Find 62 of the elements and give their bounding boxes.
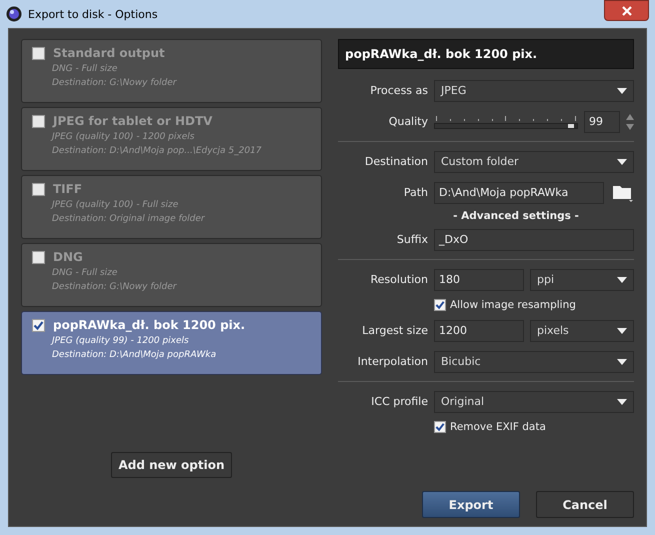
value-field[interactable]: 180 [434,268,524,290]
caret-icon [617,88,627,94]
quality-field[interactable]: 99 [584,110,620,132]
preset-name: TIFF [53,182,82,196]
field-label: Process as [369,84,428,97]
caret-icon [617,358,627,364]
preset-format: JPEG (quality 100) - Full size [50,199,180,212]
checkbox-label: Allow image resampling [450,299,576,311]
field-label: ICC profile [370,395,428,408]
field-label: Resolution [370,273,428,286]
checkbox[interactable] [434,421,446,433]
preset-card[interactable]: popRAWka_dł. bok 1200 pix. JPEG (quality 99) - 1200 pixels Destination: D:\And\Moja popRAWka [21,311,322,375]
preset-format: JPEG (quality 99) - 1200 pixels [50,335,190,348]
export-button[interactable]: Export [422,491,520,518]
caret-icon [617,276,627,282]
preset-destination: Destination: G:\Nowy folder [51,77,178,90]
preset-format: DNG - Full size [51,267,118,280]
checkbox[interactable] [32,46,45,60]
spinner-arrows-icon[interactable] [626,112,634,130]
close-icon [622,6,632,16]
close-button[interactable] [604,0,649,21]
checkbox[interactable] [32,114,45,128]
preset-format: DNG - Full size [51,63,118,76]
checkbox[interactable] [434,299,446,311]
checkbox[interactable] [32,250,45,264]
checkbox[interactable] [32,318,45,332]
path-field[interactable]: D:\And\Moja popRAWka [434,182,604,204]
caret-icon [617,158,627,164]
lens-icon [6,6,22,22]
field-label: Destination [364,155,428,168]
dropdown[interactable]: JPEG [434,80,634,102]
preset-name: JPEG for tablet or HDTV [53,114,212,128]
preset-name: Standard output [53,46,165,60]
preset-destination: Destination: D:\And\Moja popRAWka [51,349,218,362]
value-field[interactable]: 1200 [434,320,524,342]
caret-icon [617,328,627,334]
preset-format: JPEG (quality 100) - 1200 pixels [50,131,196,144]
checkbox-label: Remove EXIF data [450,421,546,433]
preset-name: DNG [53,250,83,264]
window-title: Export to disk - Options [28,8,158,20]
unit-dropdown[interactable]: pixels [530,320,634,342]
suffix-field[interactable]: _DxO [434,228,634,250]
section-heading: - Advanced settings - [453,210,579,222]
preset-name: popRAWka_dł. bok 1200 pix. [53,318,246,332]
field-label: Quality [388,115,428,128]
dropdown[interactable]: Bicubic [434,350,634,372]
preset-destination: Destination: Original image folder [51,213,206,226]
field-label: Largest size [361,324,428,337]
field-label: Suffix [396,233,428,246]
preset-destination: Destination: D:\And\Moja pop...\Edycja 5_2017 [51,145,263,158]
preset-destination: Destination: G:\Nowy folder [51,281,178,294]
field-label: Path [402,186,428,199]
caret-icon [617,398,627,404]
dropdown[interactable]: Custom folder [434,150,634,172]
add-option-button[interactable]: Add new option [111,452,232,478]
checkbox[interactable] [32,182,45,196]
name-field[interactable]: popRAWka_dł. bok 1200 pix. [338,39,634,69]
cancel-button[interactable]: Cancel [536,491,634,518]
dropdown[interactable]: Original [434,390,634,412]
field-label: Interpolation [356,355,428,368]
folder-icon[interactable] [612,184,634,202]
unit-dropdown[interactable]: ppi [530,268,634,290]
